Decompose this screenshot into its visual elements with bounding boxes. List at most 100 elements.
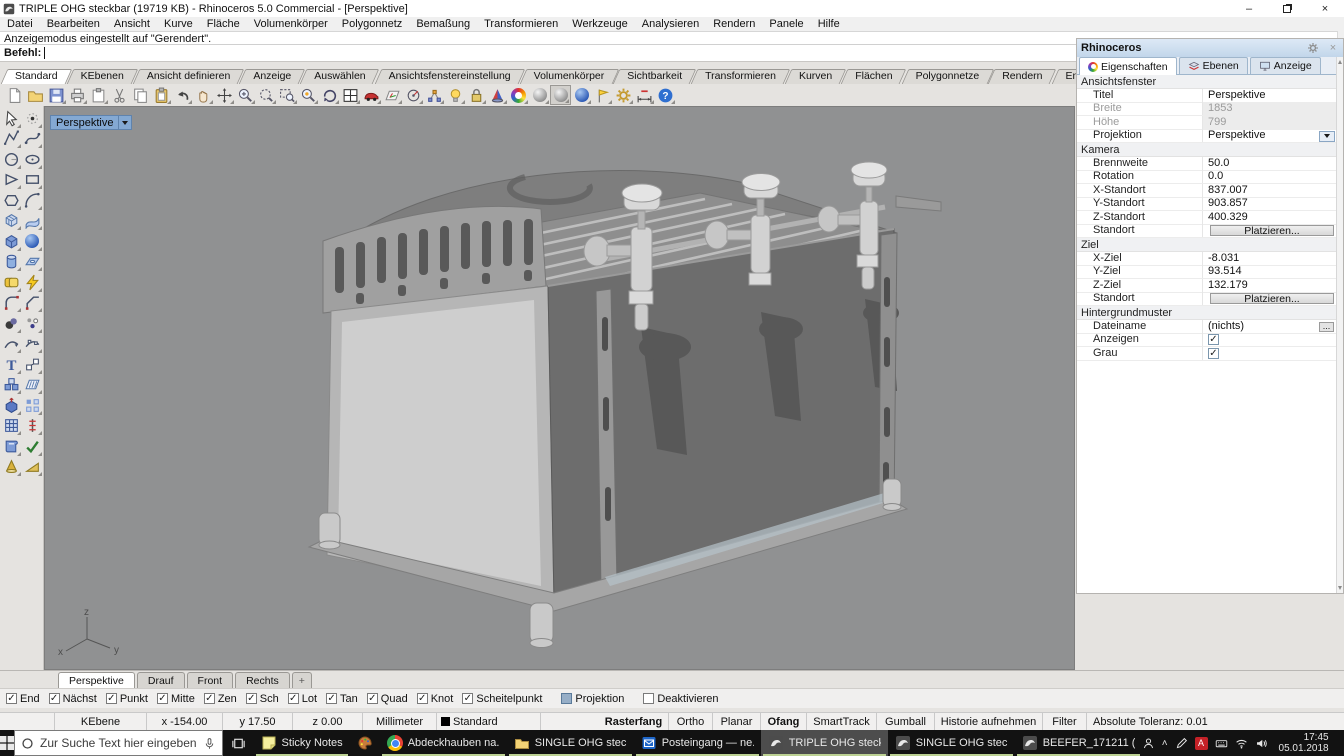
menu-polygonnetz[interactable]: Polygonnetz: [335, 17, 410, 31]
color-wheel-icon[interactable]: [508, 85, 529, 105]
tab-ebenen[interactable]: Ebenen: [1179, 57, 1248, 74]
display-mode-icon[interactable]: [487, 85, 508, 105]
prop-value[interactable]: 903.857: [1203, 198, 1336, 211]
menu-bearbeiten[interactable]: Bearbeiten: [40, 17, 107, 31]
osnap-knot[interactable]: Knot: [417, 693, 454, 705]
cone-curve-icon[interactable]: [1, 170, 22, 191]
platzieren-button[interactable]: Platzieren...: [1210, 225, 1334, 236]
shaded-viewport-icon[interactable]: [529, 85, 550, 105]
notes-flag-icon[interactable]: [592, 85, 613, 105]
polyline-icon[interactable]: [1, 129, 22, 150]
point-icon[interactable]: [22, 108, 43, 129]
menu-datei[interactable]: Datei: [0, 17, 40, 31]
checkbox-icon[interactable]: [204, 693, 215, 704]
prop-value[interactable]: 400.329: [1203, 211, 1336, 224]
layer-cell[interactable]: Standard: [437, 713, 541, 730]
osnap-mitte[interactable]: Mitte: [157, 693, 195, 705]
panel-scrollbar[interactable]: [1336, 57, 1343, 593]
taskbar-palette-app[interactable]: [350, 730, 380, 756]
browse-button[interactable]: ...: [1319, 322, 1334, 332]
osnap-end[interactable]: End: [6, 693, 40, 705]
boolean-union-icon[interactable]: [1, 272, 22, 293]
ellipse-icon[interactable]: [22, 149, 43, 170]
osnap-zen[interactable]: Zen: [204, 693, 237, 705]
viewport-tab-front[interactable]: Front: [187, 672, 234, 688]
panel-header[interactable]: Rhinoceros ×: [1077, 39, 1343, 57]
viewport-tab-rechts[interactable]: Rechts: [235, 672, 290, 688]
osnap-lot[interactable]: Lot: [288, 693, 317, 705]
osnap-sch[interactable]: Sch: [246, 693, 279, 705]
ghosted-viewport-icon[interactable]: [550, 85, 571, 105]
checkbox-icon[interactable]: [6, 693, 17, 704]
extrude-icon[interactable]: [1, 395, 22, 416]
cylinder-icon[interactable]: [1, 252, 22, 273]
restore-button[interactable]: [1268, 0, 1306, 17]
grau-checkbox[interactable]: [1208, 348, 1219, 359]
polygon-icon[interactable]: [1, 190, 22, 211]
checkbox-icon[interactable]: [417, 693, 428, 704]
action-center-button[interactable]: 1: [1340, 737, 1344, 750]
osnap-deaktivieren[interactable]: Deaktivieren: [643, 693, 718, 705]
grid-array-icon[interactable]: [1, 416, 22, 437]
lock-tool-icon[interactable]: [466, 85, 487, 105]
taskbar-sticky-notes[interactable]: Sticky Notes: [254, 730, 350, 756]
acrobat-icon[interactable]: A: [1195, 737, 1208, 750]
menu-bemassung[interactable]: Bemaßung: [409, 17, 477, 31]
sphere-icon[interactable]: [22, 231, 43, 252]
toolbar-tab-ansicht-definieren[interactable]: Ansicht definieren: [136, 69, 241, 84]
slab-icon[interactable]: [22, 252, 43, 273]
menu-ansicht[interactable]: Ansicht: [107, 17, 157, 31]
explode-icon[interactable]: [22, 272, 43, 293]
block-icon[interactable]: [1, 375, 22, 396]
blend-curve-icon[interactable]: [1, 334, 22, 355]
prop-value[interactable]: 50.0: [1203, 157, 1336, 170]
checkbox-icon[interactable]: [157, 693, 168, 704]
rotate-view-icon[interactable]: [214, 85, 235, 105]
taskbar-clock[interactable]: 17:45 05.01.2018: [1275, 732, 1333, 754]
toolbar-tab-ansichtsfenstereinstellung[interactable]: Ansichtsfenstereinstellung: [378, 69, 522, 84]
taskbar-explorer-single-ohg[interactable]: SINGLE OHG steck...: [507, 730, 634, 756]
taskbar-rhino-single-ohg[interactable]: SINGLE OHG steck...: [888, 730, 1015, 756]
control-point-curve-icon[interactable]: [22, 129, 43, 150]
chamfer-icon[interactable]: [22, 293, 43, 314]
zoom-icon[interactable]: [235, 85, 256, 105]
undo-view-change-icon[interactable]: [319, 85, 340, 105]
fillet-icon[interactable]: [1, 293, 22, 314]
viewport-tab-perspektive[interactable]: Perspektive: [58, 672, 135, 688]
array-icon[interactable]: [22, 395, 43, 416]
checkbox-icon[interactable]: [561, 693, 572, 704]
start-button[interactable]: [0, 730, 14, 756]
3d-model[interactable]: [45, 107, 1075, 670]
orient-tool-icon[interactable]: [403, 85, 424, 105]
perspective-viewport[interactable]: Perspektive z x y: [44, 106, 1075, 670]
help-icon[interactable]: [655, 85, 676, 105]
light-tool-icon[interactable]: [445, 85, 466, 105]
menu-werkzeuge[interactable]: Werkzeuge: [565, 17, 634, 31]
prop-value[interactable]: -8.031: [1203, 252, 1336, 265]
cplane-button[interactable]: KEbene: [55, 713, 147, 730]
toolbar-tab-transformieren[interactable]: Transformieren: [694, 69, 787, 84]
copy-to-clipboard-icon[interactable]: [88, 85, 109, 105]
arc-icon[interactable]: [22, 190, 43, 211]
paste-icon[interactable]: [151, 85, 172, 105]
section-pole-icon[interactable]: [22, 416, 43, 437]
new-file-icon[interactable]: [4, 85, 25, 105]
menu-flaeche[interactable]: Fläche: [200, 17, 247, 31]
print-icon[interactable]: [67, 85, 88, 105]
open-file-icon[interactable]: [25, 85, 46, 105]
osnap-naechst[interactable]: Nächst: [49, 693, 97, 705]
menu-kurve[interactable]: Kurve: [157, 17, 200, 31]
patch-surface-icon[interactable]: [22, 211, 43, 232]
taskbar-mail-posteingang[interactable]: Posteingang — ne...: [634, 730, 761, 756]
toolbar-tab-polygonnetze[interactable]: Polygonnetze: [905, 69, 991, 84]
tab-anzeige[interactable]: Anzeige: [1250, 57, 1321, 74]
zoom-dynamic-icon[interactable]: [256, 85, 277, 105]
menu-analysieren[interactable]: Analysieren: [635, 17, 706, 31]
filter-toggle[interactable]: Filter: [1043, 713, 1087, 730]
cut-icon[interactable]: [109, 85, 130, 105]
zoom-window-icon[interactable]: [277, 85, 298, 105]
zoom-selected-icon[interactable]: [298, 85, 319, 105]
taskbar-search-input[interactable]: Zur Suche Text hier eingeben: [14, 730, 223, 756]
taskbar-rhino-beefer[interactable]: BEEFER_171211 (14...: [1015, 730, 1142, 756]
minimize-button[interactable]: –: [1230, 0, 1268, 17]
